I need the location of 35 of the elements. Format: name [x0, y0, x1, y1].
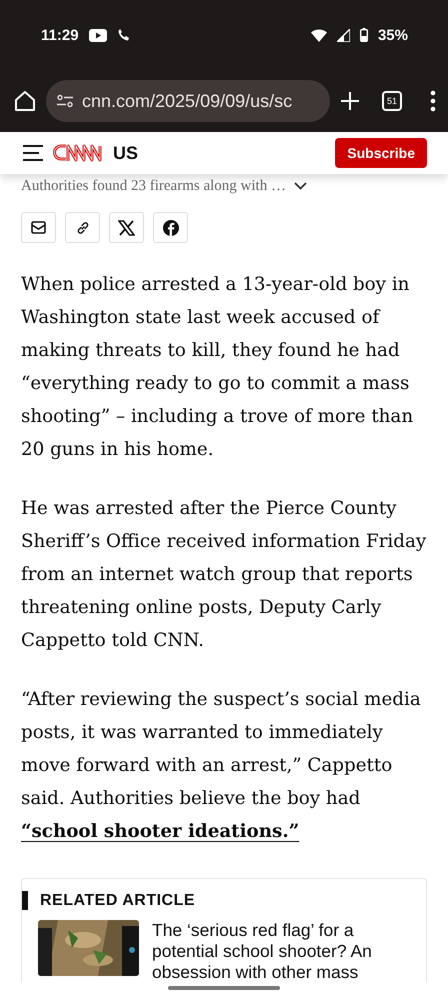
- label-bar: [22, 891, 28, 910]
- article-paragraph: He was arrested after the Pierce County Sheriff’s Office received information Friday from an internet watch group that reports threatening online posts, Deputy Carly Cappetto told CNN.: [21, 497, 427, 653]
- share-button[interactable]: [109, 212, 144, 243]
- link-icon: [76, 220, 90, 234]
- cnn-logo[interactable]: [53, 142, 103, 164]
- address-bar[interactable]: cnn.com/2025/09/09/us/sc: [46, 80, 330, 122]
- home-icon[interactable]: [14, 90, 36, 112]
- battery-percent: 35%: [378, 26, 408, 44]
- related-label: RELATED ARTICLE: [40, 892, 196, 910]
- menu-icon[interactable]: [430, 90, 436, 112]
- clock-time: 11:29: [41, 26, 79, 44]
- tab-switcher[interactable]: 51: [382, 91, 402, 111]
- video-play-icon: [88, 28, 107, 42]
- cell-signal-icon: [336, 28, 350, 42]
- share-button[interactable]: [153, 212, 188, 243]
- share-button[interactable]: [65, 212, 100, 243]
- article-paragraph: “After reviewing the suspect’s social media posts, it was warranted to immediately move forward with an arrest,” Cappetto said. Authorities believe the boy had “school shooter ideations.”: [21, 688, 422, 844]
- x-logo-icon: [118, 220, 135, 236]
- subscribe-button[interactable]: Subscribe: [335, 138, 427, 168]
- article-subtitle: Authorities found 23 firearms along with …: [21, 178, 286, 194]
- article-link[interactable]: “school shooter ideations.”: [21, 821, 300, 842]
- chevron-down-icon[interactable]: [294, 182, 307, 190]
- related-article-title[interactable]: The ‘serious red flag’ for a potential school shooter? An obsession with other mass: [152, 920, 410, 983]
- menu-icon[interactable]: [23, 145, 43, 161]
- article-paragraph: When police arrested a 13-year-old boy in Washington state last week accused of making threats to kill, they found he had “everything ready to go to commit a mass shooting” – including a trove of more than 20 guns in his home.: [21, 273, 414, 462]
- site-settings-icon[interactable]: [56, 94, 74, 108]
- phone-icon: [116, 28, 131, 42]
- facebook-icon: [162, 220, 178, 236]
- section-title: US: [113, 142, 138, 164]
- wifi-icon: [310, 28, 327, 42]
- url-text: cnn.com/2025/09/09/us/sc: [82, 90, 292, 112]
- new-tab-icon[interactable]: [340, 91, 360, 111]
- battery-icon: [360, 28, 368, 42]
- share-button[interactable]: [21, 212, 56, 243]
- email-icon: [31, 221, 46, 234]
